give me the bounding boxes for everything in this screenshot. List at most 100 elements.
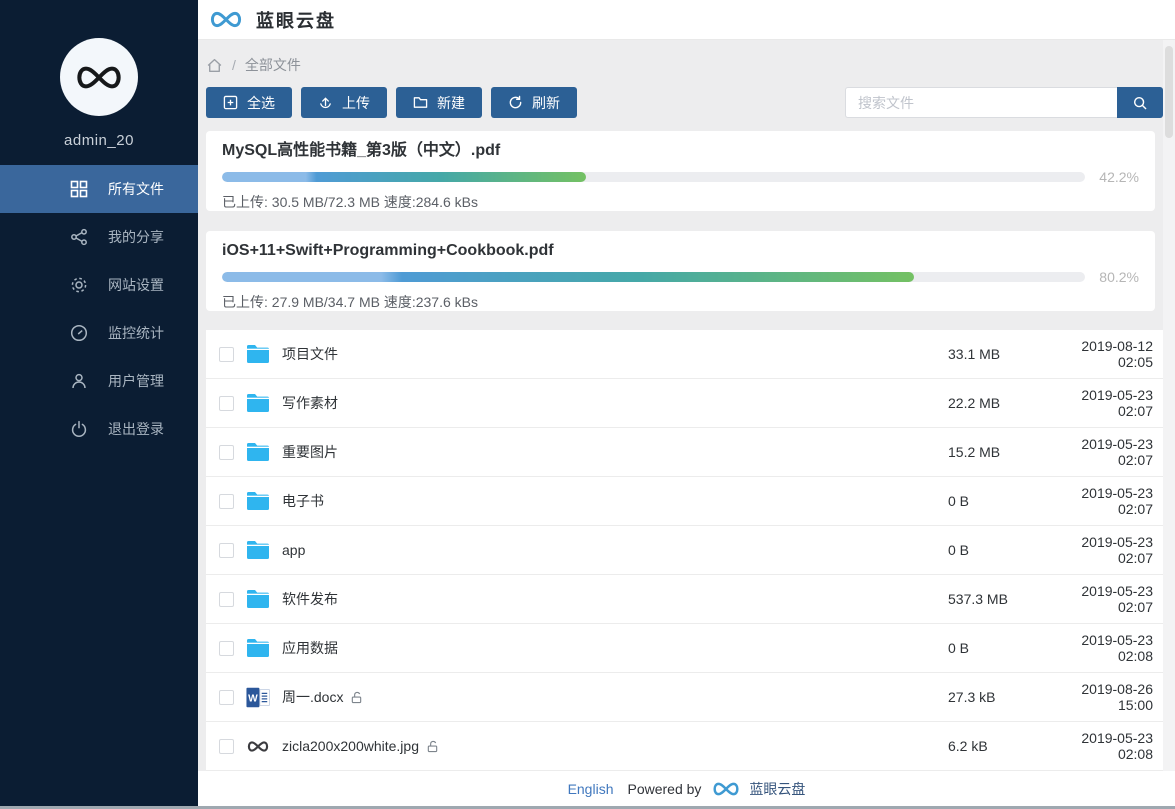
gauge-icon [70, 324, 88, 342]
upload-filename: iOS+11+Swift+Programming+Cookbook.pdf [222, 242, 554, 259]
infinity-logo-icon [711, 781, 741, 797]
footer-brand-link[interactable]: 蓝眼云盘 [749, 779, 805, 799]
file-row[interactable]: W 重要图片 15.2 MB 2019-05-23 02:07 [206, 428, 1163, 477]
user-avatar[interactable] [60, 38, 138, 116]
file-date: 2019-05-23 02:08 [1081, 632, 1153, 664]
home-icon[interactable] [206, 57, 223, 74]
file-name[interactable]: 电子书 [282, 491, 324, 511]
file-size: 0 B [948, 493, 970, 509]
file-row[interactable]: W 项目文件 33.1 MB 2019-08-12 02:05 [206, 330, 1163, 379]
user-icon [70, 372, 88, 390]
file-row[interactable]: W 写作素材 22.2 MB 2019-05-23 02:07 [206, 379, 1163, 428]
file-date: 2019-05-23 02:07 [1081, 387, 1153, 419]
folder-outline-icon [413, 97, 428, 108]
search-input[interactable] [845, 87, 1117, 118]
row-checkbox[interactable] [219, 444, 234, 460]
file-row[interactable]: W 电子书 0 B 2019-05-23 02:07 [206, 477, 1163, 526]
refresh-button[interactable]: 刷新 [491, 87, 577, 118]
progress-row: 80.2% [222, 269, 1139, 285]
row-checkbox[interactable] [219, 542, 234, 558]
upload-status: 已上传: 27.9 MB/34.7 MB 速度:237.6 kBs [222, 294, 478, 310]
file-size: 0 B [948, 542, 970, 558]
scrollbar-track[interactable] [1163, 40, 1175, 771]
file-date: 2019-08-12 02:05 [1081, 338, 1153, 370]
file-name[interactable]: 周一.docx [282, 687, 343, 707]
file-name[interactable]: 项目文件 [282, 344, 338, 364]
select-all-button[interactable]: 全选 [206, 87, 292, 118]
file-row[interactable]: W 应用数据 0 B 2019-05-23 02:08 [206, 624, 1163, 673]
sidebar-item-grid[interactable]: 所有文件 [0, 165, 198, 213]
progress-fill [222, 272, 915, 282]
file-name[interactable]: 重要图片 [282, 442, 338, 462]
progress-track [222, 172, 1085, 182]
file-name[interactable]: 软件发布 [282, 589, 338, 609]
scrollbar-thumb[interactable] [1165, 46, 1173, 138]
infinity-logo-icon [77, 66, 121, 88]
sidebar-item-power[interactable]: 退出登录 [0, 405, 198, 453]
sidebar-item-label: 所有文件 [108, 181, 164, 197]
file-table: W 项目文件 33.1 MB 2019-08-12 02:05 [206, 330, 1163, 771]
search-button[interactable] [1117, 87, 1163, 118]
breadcrumb-separator: / [232, 57, 236, 73]
file-name[interactable]: zicla200x200white.jpg [282, 738, 419, 754]
sidebar-item-gauge[interactable]: 监控统计 [0, 309, 198, 357]
folder-icon [246, 589, 270, 609]
brand-home-link[interactable]: 蓝眼云盘 [208, 7, 336, 33]
upload-button[interactable]: 上传 [301, 87, 387, 118]
file-size: 33.1 MB [948, 346, 1001, 362]
folder-icon [246, 442, 270, 462]
file-name[interactable]: 写作素材 [282, 393, 338, 413]
file-size: 15.2 MB [948, 444, 1001, 460]
row-checkbox[interactable] [219, 689, 234, 705]
unlock-icon [350, 691, 363, 704]
refresh-icon [509, 95, 522, 109]
app-window: admin_20 所有文件 我的分享 网站设置 监控统计 用户管理 退出登录 蓝… [0, 0, 1175, 806]
sidebar-item-label: 网站设置 [108, 277, 164, 293]
sidebar-item-label: 用户管理 [108, 373, 164, 389]
sidebar-item-label: 监控统计 [108, 325, 164, 341]
upload-list: MySQL高性能书籍_第3版（中文）.pdf 42.2% 已上传: 30.5 M… [206, 131, 1163, 311]
file-row[interactable]: W 周一.docx 27.3 kB 2019-08-26 15:00 [206, 673, 1163, 722]
row-checkbox[interactable] [219, 738, 234, 754]
language-link[interactable]: English [568, 781, 614, 797]
row-checkbox[interactable] [219, 493, 234, 509]
row-checkbox[interactable] [219, 640, 234, 656]
svg-text:W: W [248, 693, 258, 704]
file-row[interactable]: W zicla200x200white.jpg 6.2 kB 2019-05-2… [206, 722, 1163, 771]
breadcrumb-current: 全部文件 [244, 57, 301, 73]
share-icon [70, 228, 88, 246]
upload-card: MySQL高性能书籍_第3版（中文）.pdf 42.2% 已上传: 30.5 M… [206, 131, 1155, 211]
row-checkbox[interactable] [219, 395, 234, 411]
file-size: 537.3 MB [948, 591, 1008, 607]
file-date: 2019-05-23 02:07 [1081, 534, 1153, 566]
file-size: 6.2 kB [948, 738, 988, 754]
content-area: / 全部文件 全选 上传 新建 刷新 搜索文件 MySQL高性能书籍_第3版（中… [198, 40, 1175, 771]
file-size: 22.2 MB [948, 395, 1001, 411]
row-checkbox[interactable] [219, 346, 234, 362]
folder-icon [246, 344, 270, 364]
file-name[interactable]: 应用数据 [282, 638, 338, 658]
search-group [845, 87, 1163, 118]
progress-track [222, 272, 1085, 282]
sidebar-nav: 所有文件 我的分享 网站设置 监控统计 用户管理 退出登录 [0, 165, 198, 453]
row-checkbox[interactable] [219, 591, 234, 607]
breadcrumb: / 全部文件 [206, 55, 1163, 75]
file-row[interactable]: W app 0 B 2019-05-23 02:07 [206, 526, 1163, 575]
file-name[interactable]: app [282, 542, 305, 558]
new-folder-button[interactable]: 新建 [396, 87, 482, 118]
top-header: 蓝眼云盘 [198, 0, 1175, 40]
sidebar-item-user[interactable]: 用户管理 [0, 357, 198, 405]
progress-fill [222, 172, 587, 182]
sidebar-item-share[interactable]: 我的分享 [0, 213, 198, 261]
infinity-logo-icon [210, 11, 242, 28]
search-icon [1133, 96, 1147, 110]
upload-icon [320, 97, 331, 109]
sidebar-item-gear[interactable]: 网站设置 [0, 261, 198, 309]
file-row[interactable]: W 软件发布 537.3 MB 2019-05-23 02:07 [206, 575, 1163, 624]
file-date: 2019-05-23 02:08 [1081, 730, 1153, 762]
sidebar-item-label: 我的分享 [108, 229, 164, 245]
upload-status: 已上传: 30.5 MB/72.3 MB 速度:284.6 kBs [222, 194, 478, 210]
powered-by-label: Powered by [627, 780, 702, 797]
file-date: 2019-05-23 02:07 [1081, 485, 1153, 517]
file-date: 2019-08-26 15:00 [1081, 681, 1153, 713]
